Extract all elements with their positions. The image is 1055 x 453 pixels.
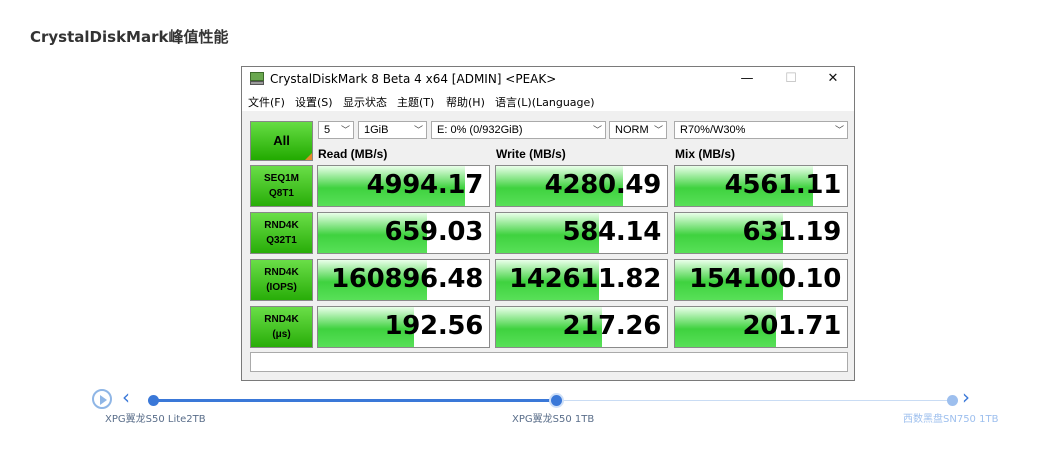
title-bar[interactable]: CrystalDiskMark 8 Beta 4 x64 [ADMIN] <PE… xyxy=(242,67,854,91)
mode-select[interactable]: NORM ﹀ xyxy=(609,121,667,139)
page-heading: CrystalDiskMark峰值性能 xyxy=(30,28,229,46)
timeline-dot-3[interactable] xyxy=(947,395,958,406)
timeline-label-3[interactable]: 西数黑盘SN750 1TB xyxy=(903,410,998,425)
crystaldiskmark-window: CrystalDiskMark 8 Beta 4 x64 [ADMIN] <PE… xyxy=(241,66,855,381)
result-value: 192.56 xyxy=(384,311,483,341)
chevron-down-icon: ﹀ xyxy=(834,125,844,135)
column-header-mix: Mix (MB/s) xyxy=(675,147,735,161)
row-label-rnd4k-latency[interactable]: RND4K (μs) xyxy=(250,306,313,348)
chevron-down-icon: ﹀ xyxy=(592,125,602,135)
result-cell-write: 4280.49 xyxy=(495,165,668,207)
result-value: 659.03 xyxy=(384,217,483,247)
row-label-line1: RND4K xyxy=(264,220,299,231)
result-cell-mix: 631.19 xyxy=(674,212,848,254)
count-value: 5 xyxy=(324,124,331,136)
all-button[interactable]: All xyxy=(250,121,313,161)
result-cell-mix: 4561.11 xyxy=(674,165,848,207)
play-icon xyxy=(100,395,107,405)
row-label-line2: (IOPS) xyxy=(266,282,297,293)
result-cell-read: 192.56 xyxy=(317,306,490,348)
size-select[interactable]: 1GiB ﹀ xyxy=(358,121,427,139)
timeline-track xyxy=(557,400,952,401)
result-cell-write: 217.26 xyxy=(495,306,668,348)
row-label-rnd4k-q32t1[interactable]: RND4K Q32T1 xyxy=(250,212,313,254)
drive-value: E: 0% (0/932GiB) xyxy=(437,124,523,136)
result-cell-write: 584.14 xyxy=(495,212,668,254)
size-value: 1GiB xyxy=(364,124,389,136)
corner-marker-icon xyxy=(305,153,312,160)
row-label-line2: Q8T1 xyxy=(268,188,294,199)
row-label-rnd4k-iops[interactable]: RND4K (IOPS) xyxy=(250,259,313,301)
drive-select[interactable]: E: 0% (0/932GiB) ﹀ xyxy=(431,121,606,139)
menu-language[interactable]: 语言(L)(Language) xyxy=(495,94,595,110)
result-cell-mix: 154100.10 xyxy=(674,259,848,301)
row-label-line1: SEQ1M xyxy=(263,173,299,184)
chevron-down-icon: ﹀ xyxy=(340,125,350,135)
row-label-seq1m-q8t1[interactable]: SEQ1M Q8T1 xyxy=(250,165,313,207)
result-value: 584.14 xyxy=(562,217,661,247)
row-label-line2: Q32T1 xyxy=(266,235,297,246)
result-value: 631.19 xyxy=(742,217,841,247)
result-value: 217.26 xyxy=(562,311,661,341)
maximize-button[interactable]: ☐ xyxy=(776,69,806,89)
result-value: 4561.11 xyxy=(724,170,842,200)
menu-file[interactable]: 文件(F) xyxy=(248,94,285,110)
menu-help[interactable]: 帮助(H) xyxy=(446,94,485,110)
result-cell-mix: 201.71 xyxy=(674,306,848,348)
menu-display-status[interactable]: 显示状态 xyxy=(343,94,387,110)
menu-bar: 文件(F) 设置(S) 显示状态 主题(T) 帮助(H) 语言(L)(Langu… xyxy=(242,91,854,111)
all-button-label: All xyxy=(273,133,290,148)
timeline-label-1[interactable]: XPG翼龙S50 Lite2TB xyxy=(105,410,206,425)
comment-input[interactable] xyxy=(250,352,848,372)
result-value: 4280.49 xyxy=(544,170,662,200)
timeline-label-2[interactable]: XPG翼龙S50 1TB xyxy=(512,410,594,425)
mix-value: R70%/W30% xyxy=(680,124,746,136)
result-value: 160896.48 xyxy=(331,264,483,294)
disk-drive-icon xyxy=(250,72,264,85)
result-cell-read: 160896.48 xyxy=(317,259,490,301)
column-header-write: Write (MB/s) xyxy=(496,147,566,161)
row-label-line1: RND4K xyxy=(264,314,299,325)
chevron-down-icon: ﹀ xyxy=(413,125,423,135)
chevron-left-icon[interactable]: ‹ xyxy=(122,386,130,408)
row-label-line1: RND4K xyxy=(264,267,299,278)
column-header-read: Read (MB/s) xyxy=(318,147,388,161)
result-value: 201.71 xyxy=(742,311,841,341)
play-button[interactable] xyxy=(92,389,112,409)
result-value: 4994.17 xyxy=(366,170,484,200)
mix-select[interactable]: R70%/W30% ﹀ xyxy=(674,121,848,139)
timeline-dot-2-active[interactable] xyxy=(549,393,564,408)
result-value: 154100.10 xyxy=(689,264,841,294)
timeline-dot-1[interactable] xyxy=(148,395,159,406)
result-cell-write: 142611.82 xyxy=(495,259,668,301)
count-select[interactable]: 5 ﹀ xyxy=(318,121,354,139)
timeline-track-progress xyxy=(153,399,557,402)
chevron-down-icon: ﹀ xyxy=(653,125,663,135)
mode-value: NORM xyxy=(615,124,649,136)
result-value: 142611.82 xyxy=(509,264,661,294)
result-cell-read: 659.03 xyxy=(317,212,490,254)
chevron-right-icon[interactable]: › xyxy=(962,386,970,408)
menu-theme[interactable]: 主题(T) xyxy=(397,94,434,110)
row-label-line2: (μs) xyxy=(272,329,291,340)
menu-settings[interactable]: 设置(S) xyxy=(295,94,333,110)
minimize-button[interactable]: — xyxy=(732,69,762,89)
window-title: CrystalDiskMark 8 Beta 4 x64 [ADMIN] <PE… xyxy=(270,72,557,86)
result-cell-read: 4994.17 xyxy=(317,165,490,207)
close-button[interactable]: ✕ xyxy=(818,69,848,89)
